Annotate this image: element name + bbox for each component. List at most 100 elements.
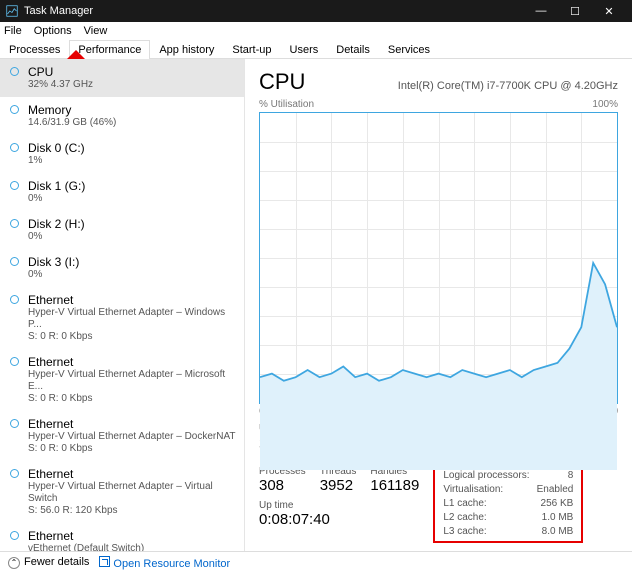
sidebar-item-title: Ethernet <box>28 529 236 543</box>
stat-handles-value: 161189 <box>370 477 419 494</box>
sidebar-item-sub: 14.6/31.9 GB (46%) <box>28 117 236 129</box>
sidebar-item-disk-3-i-[interactable]: Disk 3 (I:)0% <box>0 249 244 287</box>
sidebar-item-title: Memory <box>28 103 236 117</box>
stat-handles: Handles 161189 <box>370 466 419 494</box>
sidebar-item-sub: Hyper-V Virtual Ethernet Adapter – Micro… <box>28 369 236 405</box>
sidebar-item-title: Disk 0 (C:) <box>28 141 236 155</box>
sidebar-item-sub: 0% <box>28 269 236 281</box>
activity-icon <box>10 181 19 190</box>
sidebar-item-sub: vEthernet (Default Switch)S: 0 R: 0 Kbps <box>28 543 236 551</box>
stat-threads: Threads 3952 <box>320 466 357 494</box>
tab-start-up[interactable]: Start-up <box>223 40 280 59</box>
sidebar-item-cpu[interactable]: CPU32% 4.37 GHz <box>0 59 244 97</box>
detail-value: 256 KB <box>541 497 574 511</box>
chevron-up-icon: ⌃ <box>8 557 20 569</box>
sidebar-item-title: Ethernet <box>28 417 236 431</box>
fewer-details-label: Fewer details <box>24 556 89 568</box>
activity-icon <box>10 105 19 114</box>
activity-icon <box>10 469 19 478</box>
detail-key: L1 cache: <box>443 497 486 511</box>
sidebar-item-sub: Hyper-V Virtual Ethernet Adapter – Docke… <box>28 431 236 455</box>
tab-users[interactable]: Users <box>281 40 328 59</box>
tab-app-history[interactable]: App history <box>150 40 223 59</box>
maximize-button[interactable]: ☐ <box>558 5 592 18</box>
page-title: CPU <box>259 69 305 95</box>
sidebar-item-sub: Hyper-V Virtual Ethernet Adapter – Virtu… <box>28 481 236 517</box>
sidebar-item-title: CPU <box>28 65 236 79</box>
sidebar-item-title: Disk 2 (H:) <box>28 217 236 231</box>
menubar: File Options View <box>0 22 632 40</box>
activity-icon <box>10 219 19 228</box>
activity-icon <box>10 531 19 540</box>
stat-uptime-label: Up time <box>259 500 419 511</box>
activity-icon <box>10 67 19 76</box>
activity-icon <box>10 143 19 152</box>
detail-row: Virtualisation: Enabled <box>443 483 573 497</box>
menu-options[interactable]: Options <box>34 25 72 37</box>
stat-threads-value: 3952 <box>320 477 357 494</box>
detail-value: Enabled <box>537 483 574 497</box>
detail-key: Virtualisation: <box>443 483 503 497</box>
detail-row: L1 cache: 256 KB <box>443 497 573 511</box>
close-button[interactable]: ✕ <box>592 5 626 18</box>
sidebar-item-ethernet[interactable]: EthernetvEthernet (Default Switch)S: 0 R… <box>0 523 244 551</box>
menu-view[interactable]: View <box>84 25 108 37</box>
sidebar-item-sub: 32% 4.37 GHz <box>28 79 236 91</box>
detail-row: L3 cache: 8.0 MB <box>443 525 573 539</box>
tab-details[interactable]: Details <box>327 40 379 59</box>
menu-file[interactable]: File <box>4 25 22 37</box>
detail-row: L2 cache: 1.0 MB <box>443 511 573 525</box>
sidebar-item-title: Ethernet <box>28 355 236 369</box>
stat-uptime: Up time 0:08:07:40 <box>259 500 419 528</box>
main-panel: CPU Intel(R) Core(TM) i7-7700K CPU @ 4.2… <box>245 59 632 551</box>
tab-processes[interactable]: Processes <box>0 40 69 59</box>
window-title: Task Manager <box>24 5 93 17</box>
sidebar: CPU32% 4.37 GHzMemory14.6/31.9 GB (46%)D… <box>0 59 245 551</box>
fewer-details-button[interactable]: ⌃ Fewer details <box>8 556 89 569</box>
detail-value: 1.0 MB <box>542 511 574 525</box>
sidebar-item-ethernet[interactable]: EthernetHyper-V Virtual Ethernet Adapter… <box>0 411 244 461</box>
stat-uptime-value: 0:08:07:40 <box>259 511 419 528</box>
sidebar-item-sub: Hyper-V Virtual Ethernet Adapter – Windo… <box>28 307 236 343</box>
taskmgr-icon <box>6 5 18 17</box>
resmon-icon <box>99 556 110 567</box>
stat-processes-value: 308 <box>259 477 306 494</box>
tab-services[interactable]: Services <box>379 40 439 59</box>
activity-icon <box>10 295 19 304</box>
titlebar: Task Manager — ☐ ✕ <box>0 0 632 22</box>
sidebar-item-memory[interactable]: Memory14.6/31.9 GB (46%) <box>0 97 244 135</box>
sidebar-item-disk-1-g-[interactable]: Disk 1 (G:)0% <box>0 173 244 211</box>
detail-key: L2 cache: <box>443 511 486 525</box>
sidebar-item-ethernet[interactable]: EthernetHyper-V Virtual Ethernet Adapter… <box>0 349 244 411</box>
sidebar-item-disk-2-h-[interactable]: Disk 2 (H:)0% <box>0 211 244 249</box>
sidebar-item-sub: 1% <box>28 155 236 167</box>
activity-icon <box>10 419 19 428</box>
detail-row: Logical processors: 8 <box>443 469 573 483</box>
stat-processes: Processes 308 <box>259 466 306 494</box>
detail-key: L3 cache: <box>443 525 486 539</box>
open-resource-monitor-link[interactable]: Open Resource Monitor <box>99 556 230 570</box>
sidebar-item-sub: 0% <box>28 231 236 243</box>
sidebar-item-sub: 0% <box>28 193 236 205</box>
sidebar-item-disk-0-c-[interactable]: Disk 0 (C:)1% <box>0 135 244 173</box>
axis-top-right: 100% <box>592 99 618 110</box>
sidebar-item-title: Ethernet <box>28 293 236 307</box>
axis-top-left: % Utilisation <box>259 99 314 110</box>
detail-value: 8 <box>568 469 574 483</box>
open-resource-monitor-label: Open Resource Monitor <box>113 558 230 570</box>
sidebar-item-title: Disk 3 (I:) <box>28 255 236 269</box>
tab-performance[interactable]: Performance <box>69 40 150 59</box>
cpu-chart <box>259 112 618 404</box>
activity-icon <box>10 257 19 266</box>
detail-value: 8.0 MB <box>542 525 574 539</box>
cpu-model: Intel(R) Core(TM) i7-7700K CPU @ 4.20GHz <box>398 80 618 92</box>
sidebar-item-ethernet[interactable]: EthernetHyper-V Virtual Ethernet Adapter… <box>0 461 244 523</box>
sidebar-item-title: Ethernet <box>28 467 236 481</box>
activity-icon <box>10 357 19 366</box>
minimize-button[interactable]: — <box>524 5 558 17</box>
footer: ⌃ Fewer details Open Resource Monitor <box>0 551 632 573</box>
sidebar-item-ethernet[interactable]: EthernetHyper-V Virtual Ethernet Adapter… <box>0 287 244 349</box>
sidebar-item-title: Disk 1 (G:) <box>28 179 236 193</box>
tabs: Processes Performance App history Start-… <box>0 40 632 59</box>
detail-key: Logical processors: <box>443 469 529 483</box>
